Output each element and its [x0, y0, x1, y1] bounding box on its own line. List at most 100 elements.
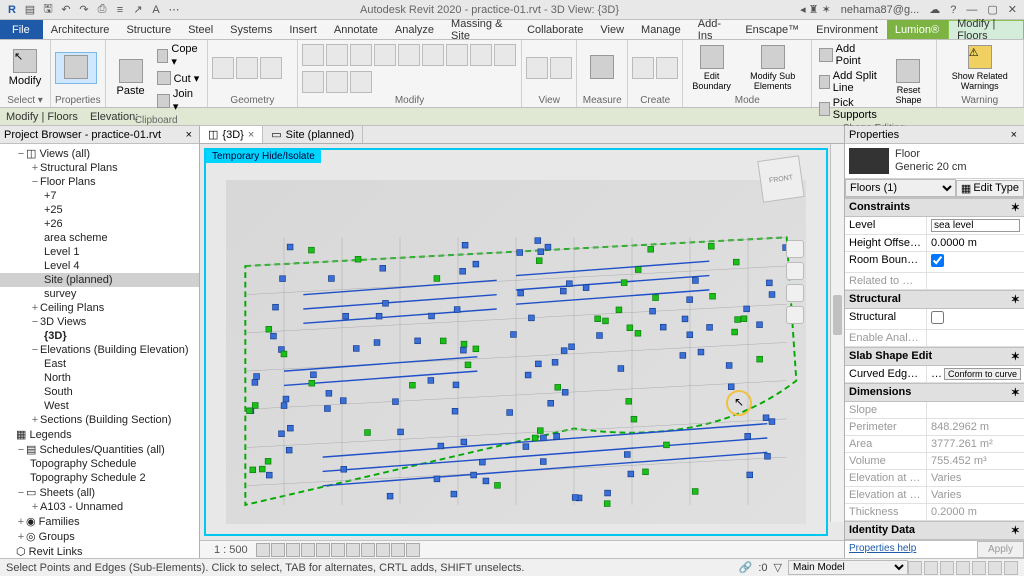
qat-text-icon[interactable]: A	[148, 2, 164, 18]
tab-lumion[interactable]: Lumion®	[887, 20, 948, 39]
tree-item[interactable]: South	[0, 385, 199, 399]
props-row[interactable]: Volume755.452 m³	[845, 453, 1024, 470]
close-icon[interactable]: ✕	[1005, 3, 1020, 16]
scrollbar-vertical[interactable]	[830, 144, 844, 522]
join-button[interactable]: Join ▾	[154, 87, 203, 114]
view-tab-3d[interactable]: ◫{3D}×	[200, 126, 263, 143]
vc-icon[interactable]	[316, 543, 330, 557]
props-row[interactable]: Elevation at TopVaries	[845, 470, 1024, 487]
apply-button[interactable]: Apply	[977, 541, 1024, 558]
show-warnings-button[interactable]: ⚠Show Related Warnings	[941, 43, 1019, 93]
tree-item[interactable]: East	[0, 357, 199, 371]
maximize-icon[interactable]: ▢	[984, 3, 1000, 16]
project-browser-tree[interactable]: −◫ Views (all)+Structural Plans−Floor Pl…	[0, 144, 199, 558]
modify-btn[interactable]	[302, 71, 324, 93]
modify-btn[interactable]	[350, 71, 372, 93]
prop-checkbox[interactable]	[931, 254, 944, 267]
vc-icon[interactable]	[286, 543, 300, 557]
tree-item[interactable]: +Ceiling Plans	[0, 301, 199, 315]
qat-more-icon[interactable]: ⋯	[166, 2, 182, 18]
tree-item[interactable]: +25	[0, 203, 199, 217]
tree-item[interactable]: −Elevations (Building Elevation)	[0, 343, 199, 357]
props-row[interactable]: Thickness0.2000 m	[845, 504, 1024, 521]
cope-button[interactable]: Cope ▾	[154, 42, 203, 69]
app-menu-icon[interactable]: R	[4, 2, 20, 18]
modify-btn[interactable]	[494, 44, 516, 66]
infocenter-icon[interactable]: ◂ ♜ ✶	[797, 3, 834, 16]
prop-checkbox[interactable]	[931, 311, 944, 324]
props-category[interactable]: Slab Shape Edit✶	[845, 347, 1024, 366]
tab-file[interactable]: File	[0, 20, 43, 39]
user-label[interactable]: nehama87@g...	[838, 4, 922, 16]
modify-sub-button[interactable]: Modify Sub Elements	[738, 43, 807, 93]
tab-manage[interactable]: Manage	[633, 20, 690, 39]
status-icon[interactable]	[988, 561, 1002, 575]
tab-annotate[interactable]: Annotate	[326, 20, 387, 39]
view-btn[interactable]	[526, 57, 548, 79]
modify-btn[interactable]	[350, 44, 372, 66]
vc-icon[interactable]	[271, 543, 285, 557]
create-btn[interactable]	[656, 57, 678, 79]
modify-button[interactable]: ↖Modify	[4, 47, 46, 89]
measure-button[interactable]	[581, 53, 623, 83]
create-btn[interactable]	[632, 57, 654, 79]
tree-item[interactable]: area scheme	[0, 231, 199, 245]
project-browser-close-icon[interactable]: ×	[183, 129, 195, 141]
tab-modify-floors[interactable]: Modify | Floors	[948, 20, 1024, 39]
modify-btn[interactable]	[374, 44, 396, 66]
props-row[interactable]: Elevation at BottomVaries	[845, 487, 1024, 504]
status-icon[interactable]	[956, 561, 970, 575]
geometry-btn3[interactable]	[260, 57, 282, 79]
tab-view[interactable]: View	[592, 20, 633, 39]
add-split-button[interactable]: Add Split Line	[816, 69, 883, 95]
tab-enscape[interactable]: Enscape™	[737, 20, 808, 39]
properties-close-icon[interactable]: ×	[1008, 129, 1020, 141]
vc-icon[interactable]	[391, 543, 405, 557]
status-icon[interactable]	[924, 561, 938, 575]
model-mesh[interactable]	[226, 180, 806, 524]
qat-save-icon[interactable]: 🖫	[40, 2, 56, 18]
props-row[interactable]: Perimeter848.2962 m	[845, 419, 1024, 436]
tab-collaborate[interactable]: Collaborate	[519, 20, 592, 39]
temp-hide-badge[interactable]: Temporary Hide/Isolate	[206, 150, 321, 163]
minimize-icon[interactable]: —	[963, 4, 980, 16]
tree-item[interactable]: Level 1	[0, 245, 199, 259]
props-row[interactable]: Room Bounding	[845, 252, 1024, 273]
tree-item[interactable]: +A103 - Unnamed	[0, 500, 199, 514]
instance-filter[interactable]: Floors (1)	[845, 179, 956, 197]
modify-btn[interactable]	[446, 44, 468, 66]
props-row[interactable]: Related to Mass	[845, 273, 1024, 290]
tree-item[interactable]: +7	[0, 189, 199, 203]
tree-item[interactable]: −◫ Views (all)	[0, 146, 199, 161]
pick-supports-button[interactable]: Pick Supports	[816, 96, 883, 122]
modify-btn[interactable]	[326, 44, 348, 66]
tree-item[interactable]: Site (planned)	[0, 273, 199, 287]
tab-close-icon[interactable]: ×	[248, 129, 254, 141]
tab-analyze[interactable]: Analyze	[387, 20, 443, 39]
tree-item[interactable]: +◉ Families	[0, 514, 199, 529]
nav-zoom-icon[interactable]	[786, 306, 804, 324]
tree-item[interactable]: ⬡ Revit Links	[0, 544, 199, 558]
tree-item[interactable]: {3D}	[0, 329, 199, 343]
canvas[interactable]: Temporary Hide/Isolate	[200, 144, 844, 540]
props-category[interactable]: Identity Data✶	[845, 521, 1024, 540]
tree-item[interactable]: Topography Schedule 2	[0, 471, 199, 485]
tab-massing[interactable]: Massing & Site	[443, 20, 519, 39]
reset-shape-button[interactable]: Reset Shape	[885, 57, 931, 107]
tab-insert[interactable]: Insert	[281, 20, 326, 39]
properties-button[interactable]	[55, 52, 97, 84]
view-btn[interactable]	[550, 57, 572, 79]
tab-addins[interactable]: Add-Ins	[690, 20, 738, 39]
prop-input[interactable]	[931, 219, 1020, 232]
props-row[interactable]: Curved Edge Cond..…Conform to curve	[845, 366, 1024, 383]
props-row[interactable]: Height Offset Fro..0.0000 m	[845, 235, 1024, 252]
vc-icon[interactable]	[346, 543, 360, 557]
nav-wheel-icon[interactable]	[786, 262, 804, 280]
vc-icon[interactable]	[361, 543, 375, 557]
nav-home-icon[interactable]	[786, 240, 804, 258]
status-icon[interactable]	[908, 561, 922, 575]
qat-measure-icon[interactable]: ≡	[112, 2, 128, 18]
qat-print-icon[interactable]: ⎙	[94, 2, 110, 18]
geometry-btn1[interactable]	[212, 57, 234, 79]
edit-boundary-button[interactable]: Edit Boundary	[687, 43, 736, 93]
